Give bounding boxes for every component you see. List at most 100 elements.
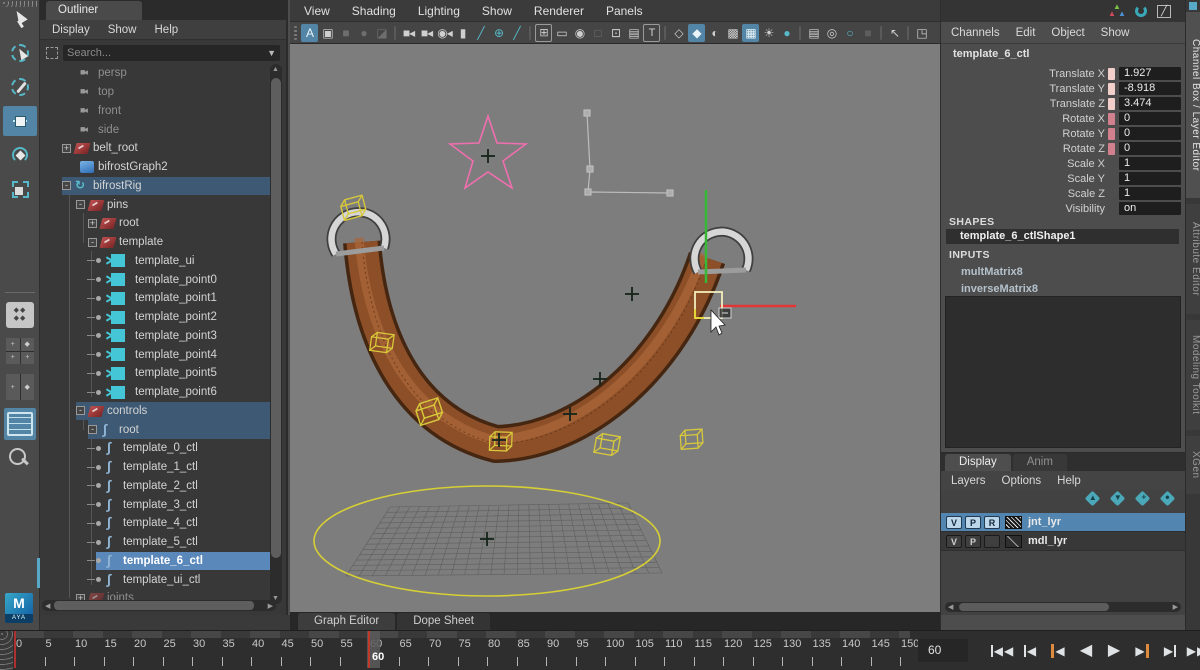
outliner-horizontal-scrollbar[interactable]: ◀ ▶ bbox=[42, 600, 276, 611]
snap-point-icon[interactable]: ● bbox=[355, 24, 372, 42]
move-tool[interactable] bbox=[3, 106, 37, 136]
channel-box-menu-item[interactable]: Edit bbox=[1016, 27, 1036, 39]
display-layer-row[interactable]: V P mdl_lyr bbox=[941, 532, 1185, 551]
separator[interactable] bbox=[880, 25, 882, 40]
step-forward-key-button[interactable]: ▶ bbox=[1130, 638, 1154, 664]
four-pane-layout-button[interactable]: + ◆ + + bbox=[4, 336, 36, 366]
selection-filter-icon[interactable] bbox=[46, 46, 58, 59]
keyed-state-swatch[interactable] bbox=[1108, 82, 1115, 95]
outliner-item[interactable]: - root bbox=[40, 420, 286, 439]
viewport-menu-item[interactable]: Panels bbox=[606, 4, 643, 18]
expand-toggle-icon[interactable]: - bbox=[88, 237, 97, 247]
outliner-item[interactable]: template_point3 bbox=[40, 327, 286, 346]
separator[interactable] bbox=[907, 25, 909, 40]
camera-lock-icon[interactable]: ■◂ bbox=[418, 24, 435, 42]
outliner-item[interactable]: persp bbox=[40, 64, 286, 83]
layer-up-icon[interactable] bbox=[1084, 490, 1101, 507]
outliner-item[interactable]: template_point2 bbox=[40, 308, 286, 327]
expand-toggle-icon[interactable]: - bbox=[76, 200, 85, 210]
attribute-value-field[interactable]: 1.927 bbox=[1119, 67, 1181, 80]
paint-effects-icon[interactable]: ● bbox=[778, 24, 795, 42]
outliner-item[interactable]: template_point1 bbox=[40, 289, 286, 308]
lasso-tool[interactable] bbox=[3, 38, 37, 68]
go-to-start-button[interactable]: ◀ ◀ bbox=[990, 638, 1014, 664]
performance-gauge-icon[interactable] bbox=[1135, 5, 1147, 17]
layer-playback-toggle[interactable]: P bbox=[965, 534, 981, 548]
outliner-item[interactable]: template_point0 bbox=[40, 270, 286, 289]
channel-box-menu-item[interactable]: Channels bbox=[951, 27, 1000, 39]
outliner-search-input[interactable]: Search... ▼ bbox=[63, 44, 280, 61]
layer-playback-toggle[interactable]: P bbox=[965, 515, 981, 529]
new-layer-from-selected-icon[interactable] bbox=[1159, 490, 1176, 507]
display-layer-row[interactable]: V P R jnt_lyr bbox=[941, 513, 1185, 532]
rotate-tool[interactable] bbox=[3, 140, 37, 170]
layer-display-type-toggle[interactable] bbox=[984, 534, 1000, 548]
scale-tool[interactable] bbox=[3, 174, 37, 204]
step-back-key-button[interactable]: ◀ bbox=[1046, 638, 1070, 664]
outliner-tab[interactable]: Outliner bbox=[46, 1, 142, 20]
resolution-gate-icon[interactable]: ◉ bbox=[571, 24, 588, 42]
tab-modeling-toolkit[interactable]: Modeling Toolkit bbox=[1186, 320, 1200, 430]
outliner-menu-item[interactable]: Help bbox=[155, 24, 179, 36]
brush-icon[interactable]: ╱ bbox=[472, 24, 489, 42]
tab-graph-editor[interactable]: Graph Editor bbox=[298, 613, 396, 630]
outliner-item[interactable]: - pins bbox=[40, 195, 286, 214]
layer-visibility-toggle[interactable]: V bbox=[946, 534, 962, 548]
toolbar-grip[interactable] bbox=[294, 25, 297, 40]
attribute-value-field[interactable]: 0 bbox=[1119, 112, 1181, 125]
outliner-item[interactable]: template_3_ctl bbox=[40, 495, 286, 514]
exposure-icon[interactable]: ◎ bbox=[823, 24, 840, 42]
profiler-chart-icon[interactable]: ╱ bbox=[1157, 4, 1171, 18]
layer-visibility-toggle[interactable]: V bbox=[946, 515, 962, 529]
select-through-icon[interactable]: ↖ bbox=[886, 24, 903, 42]
layer-menu-item[interactable]: Help bbox=[1057, 475, 1081, 487]
outliner-item[interactable]: template_ui bbox=[40, 252, 286, 271]
snap-plane-icon[interactable]: ◪ bbox=[373, 24, 390, 42]
outliner-item[interactable]: template_5_ctl bbox=[40, 533, 286, 552]
layer-color-swatch[interactable] bbox=[1005, 534, 1022, 548]
outliner-item[interactable]: template_2_ctl bbox=[40, 477, 286, 496]
channel-box-menu-item[interactable]: Object bbox=[1051, 27, 1084, 39]
outliner-item[interactable]: template_6_ctl bbox=[40, 551, 286, 571]
viewport-menu-item[interactable]: Renderer bbox=[534, 4, 584, 18]
viewport-menu-item[interactable]: Shading bbox=[352, 4, 396, 18]
separator[interactable] bbox=[799, 25, 801, 40]
expand-toggle-icon[interactable]: - bbox=[88, 425, 97, 435]
grid-icon[interactable]: ⊞ bbox=[535, 23, 552, 42]
wireframe-icon[interactable]: ◇ bbox=[670, 24, 687, 42]
attribute-value-field[interactable]: 1 bbox=[1119, 172, 1181, 185]
new-empty-layer-icon[interactable] bbox=[1134, 490, 1151, 507]
shaded-mode-icon[interactable]: ◆ bbox=[688, 23, 705, 42]
expand-toggle-icon[interactable]: - bbox=[62, 181, 71, 191]
scrollbar-thumb[interactable] bbox=[271, 78, 281, 558]
play-forwards-button[interactable]: ▶ bbox=[1102, 638, 1126, 664]
layer-scrollbar[interactable]: ◀ ▶ bbox=[945, 602, 1181, 612]
field-chart-icon[interactable]: ⊡ bbox=[607, 24, 624, 42]
keyed-state-swatch[interactable] bbox=[1108, 112, 1115, 125]
outliner-item[interactable]: template_point6 bbox=[40, 383, 286, 402]
outliner-item[interactable]: template_1_ctl bbox=[40, 458, 286, 477]
layer-down-icon[interactable] bbox=[1109, 490, 1126, 507]
pencil-icon[interactable]: ╱ bbox=[508, 24, 525, 42]
image-plane-icon[interactable]: ▤ bbox=[625, 24, 642, 42]
chevron-down-icon[interactable]: ▼ bbox=[267, 48, 276, 58]
attribute-value-field[interactable]: 3.474 bbox=[1119, 97, 1181, 110]
input-node[interactable]: inverseMatrix8 bbox=[961, 283, 1038, 295]
viewport-menu-item[interactable]: View bbox=[304, 4, 330, 18]
expand-toggle-icon[interactable]: + bbox=[88, 218, 97, 228]
hud-icon[interactable]: T bbox=[643, 23, 660, 42]
checker-icon[interactable]: ▦ bbox=[742, 23, 759, 42]
tab-xgen[interactable]: XGen bbox=[1186, 436, 1200, 494]
keyed-state-swatch[interactable] bbox=[1108, 142, 1115, 155]
attribute-value-field[interactable]: 0 bbox=[1119, 127, 1181, 140]
Anim[interactable]: Anim bbox=[1012, 454, 1067, 471]
tab-dope-sheet[interactable]: Dope Sheet bbox=[397, 613, 490, 630]
plain-icon[interactable]: ■ bbox=[859, 24, 876, 42]
timeline-drag-handle[interactable] bbox=[0, 631, 13, 670]
layer-menu-item[interactable]: Options bbox=[1002, 475, 1042, 487]
outliner-item[interactable]: template_point4 bbox=[40, 345, 286, 364]
viewport-menu-item[interactable]: Show bbox=[482, 4, 512, 18]
input-node[interactable]: multMatrix8 bbox=[961, 266, 1023, 278]
tab-attribute-editor[interactable]: Attribute Editor bbox=[1186, 204, 1200, 314]
outliner-item[interactable]: side bbox=[40, 120, 286, 139]
